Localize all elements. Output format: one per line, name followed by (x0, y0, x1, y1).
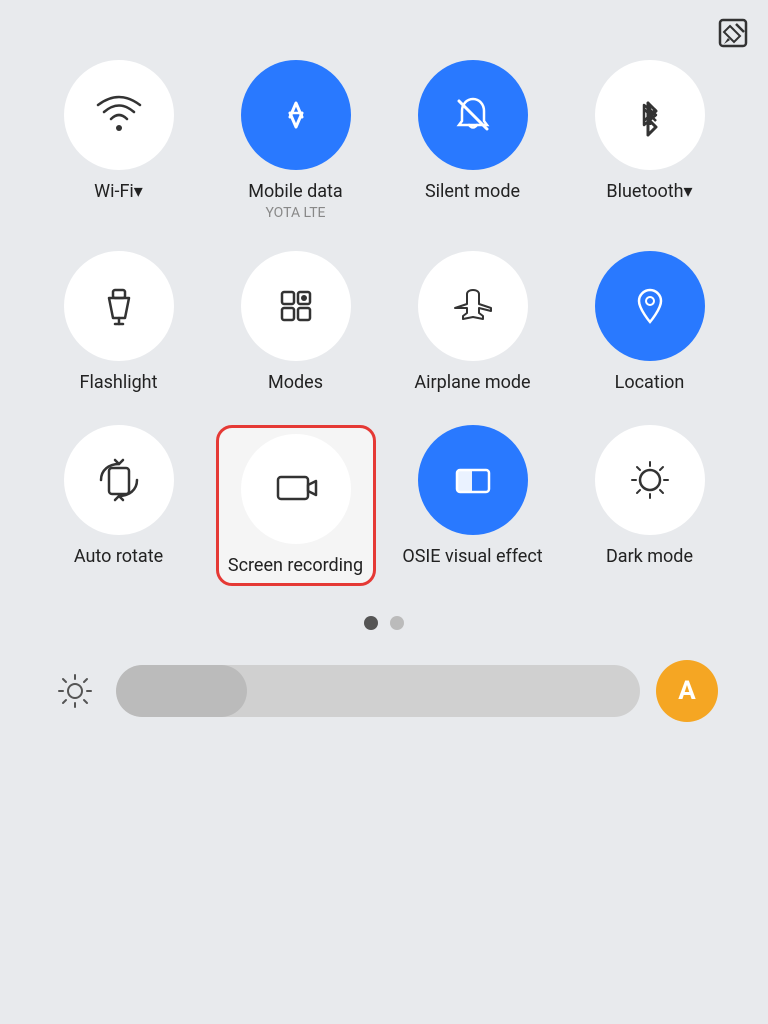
avatar[interactable]: A (656, 660, 718, 722)
location-icon (624, 280, 676, 332)
silent-mode-tile[interactable]: Silent mode (393, 60, 553, 221)
modes-icon (270, 280, 322, 332)
mobile-data-label: Mobile data (248, 180, 342, 203)
dot-1[interactable] (364, 616, 378, 630)
screen-recording-circle (241, 434, 351, 544)
modes-tile[interactable]: Modes (216, 251, 376, 394)
screen-recording-label: Screen recording (228, 554, 363, 577)
flashlight-circle (64, 251, 174, 361)
screen-recording-icon (270, 463, 322, 515)
wifi-label: Wi-Fi▾ (94, 180, 143, 203)
row-3: Auto rotate Screen recording OSIE visual… (30, 425, 738, 586)
pagination-dots (30, 616, 738, 630)
screen-recording-tile[interactable]: Screen recording (216, 425, 376, 586)
airplane-label: Airplane mode (414, 371, 530, 394)
dark-mode-icon (624, 454, 676, 506)
flashlight-label: Flashlight (80, 371, 158, 394)
bluetooth-label: Bluetooth▾ (606, 180, 692, 203)
bottom-bar: A (30, 660, 738, 722)
bluetooth-circle (595, 60, 705, 170)
location-tile[interactable]: Location (570, 251, 730, 394)
edit-icon-button[interactable] (718, 18, 750, 50)
wifi-circle (64, 60, 174, 170)
airplane-tile[interactable]: Airplane mode (393, 251, 553, 394)
brightness-fill (116, 665, 247, 717)
bluetooth-icon-alt (624, 89, 676, 141)
modes-circle (241, 251, 351, 361)
auto-rotate-circle (64, 425, 174, 535)
bluetooth-tile[interactable]: Bluetooth▾ (570, 60, 730, 221)
mobile-data-tile[interactable]: Mobile data YOTA LTE (216, 60, 376, 221)
location-label: Location (615, 371, 685, 394)
silent-icon (447, 89, 499, 141)
wifi-icon (93, 89, 145, 141)
auto-rotate-label: Auto rotate (74, 545, 163, 568)
dot-2[interactable] (390, 616, 404, 630)
airplane-circle (418, 251, 528, 361)
flashlight-tile[interactable]: Flashlight (39, 251, 199, 394)
dark-mode-tile[interactable]: Dark mode (570, 425, 730, 586)
osie-circle (418, 425, 528, 535)
flashlight-icon (93, 280, 145, 332)
row-1: Wi-Fi▾ Mobile data YOTA LTE (30, 60, 738, 221)
mobile-data-circle (241, 60, 351, 170)
mobile-data-icon (270, 89, 322, 141)
dark-mode-label: Dark mode (606, 545, 693, 568)
dark-mode-circle (595, 425, 705, 535)
modes-label: Modes (268, 371, 323, 394)
silent-label: Silent mode (425, 180, 520, 203)
brightness-slider[interactable] (116, 665, 640, 717)
osie-label: OSIE visual effect (402, 545, 542, 568)
osie-icon (447, 454, 499, 506)
auto-rotate-icon (93, 454, 145, 506)
auto-rotate-tile[interactable]: Auto rotate (39, 425, 199, 586)
quick-settings-panel: Wi-Fi▾ Mobile data YOTA LTE (0, 0, 768, 742)
airplane-icon (447, 280, 499, 332)
mobile-data-sublabel: YOTA LTE (265, 205, 325, 221)
silent-circle (418, 60, 528, 170)
brightness-icon (50, 666, 100, 716)
wifi-tile[interactable]: Wi-Fi▾ (39, 60, 199, 221)
avatar-letter: A (678, 676, 695, 706)
row-2: Flashlight Modes (30, 251, 738, 394)
osie-tile[interactable]: OSIE visual effect (393, 425, 553, 586)
location-circle (595, 251, 705, 361)
